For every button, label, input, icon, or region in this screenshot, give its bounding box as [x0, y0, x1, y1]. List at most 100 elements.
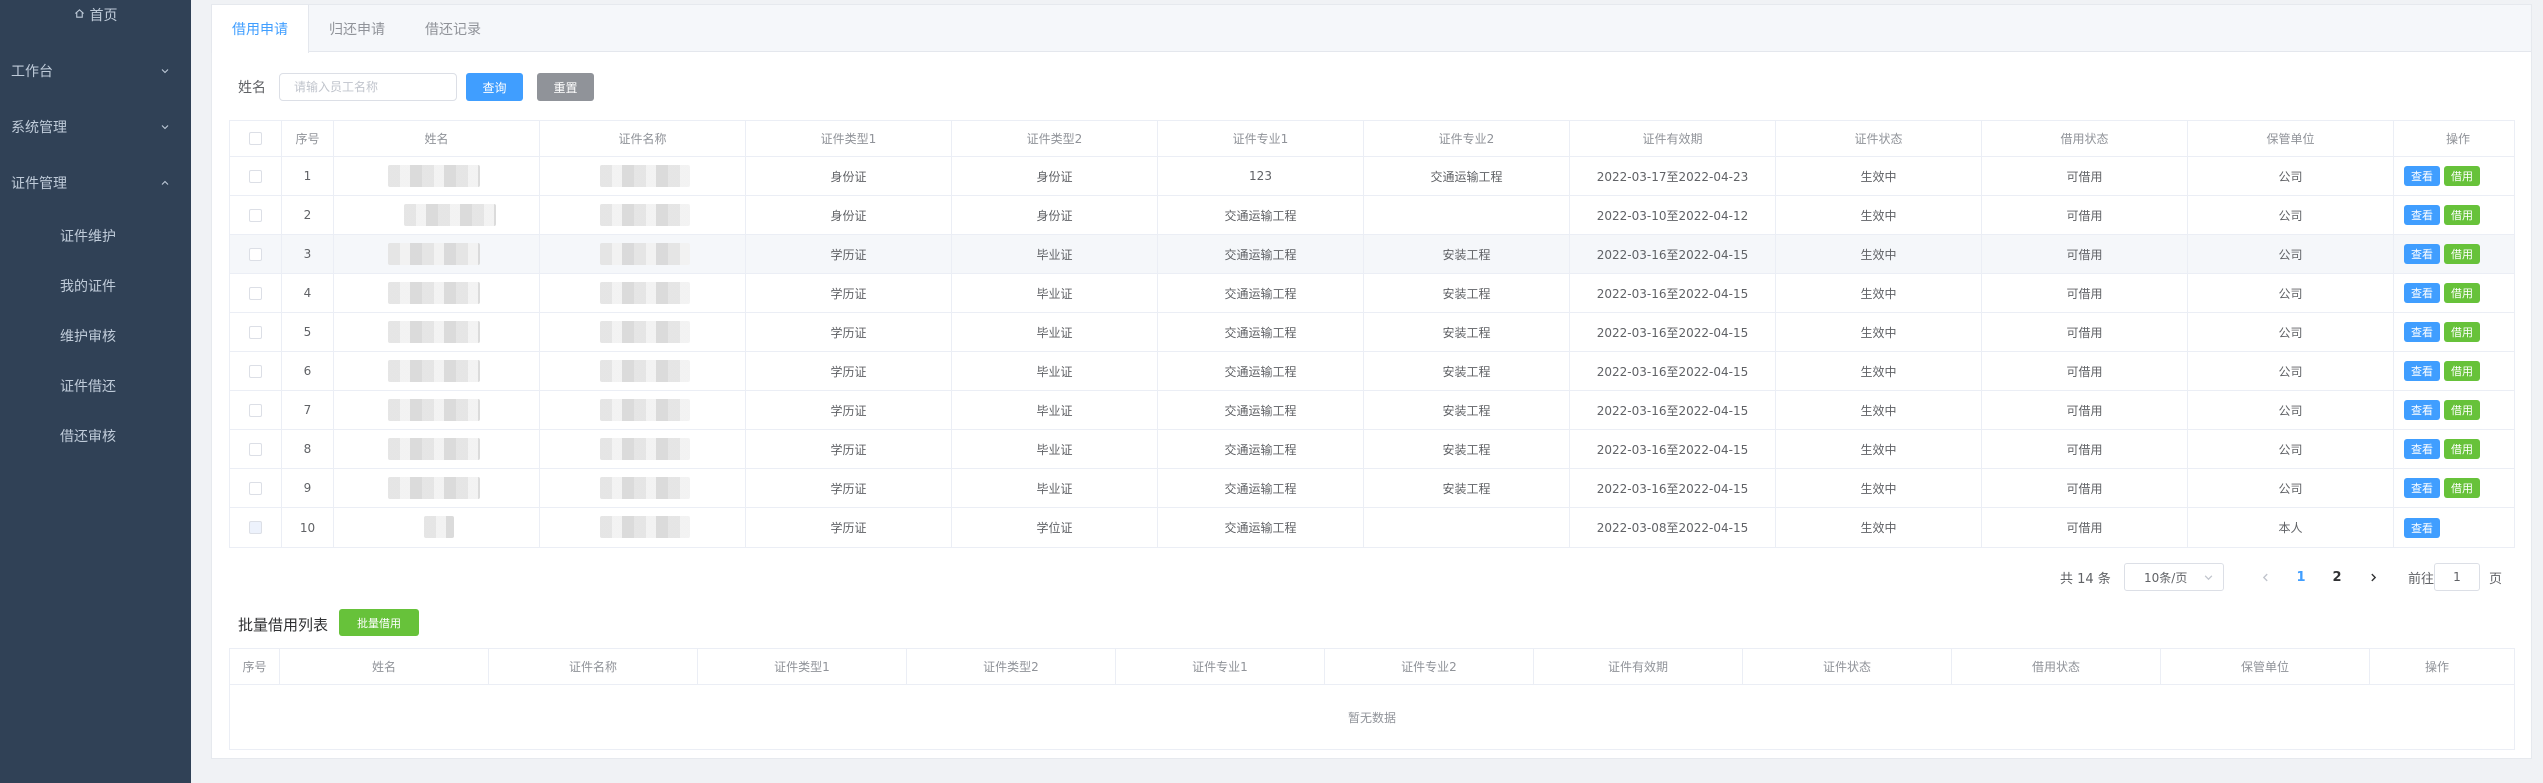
column-header: 保管单位	[2161, 649, 2370, 684]
cell-status: 生效中	[1776, 508, 1982, 547]
tab-borrow-apply[interactable]: 借用申请	[211, 5, 309, 53]
column-header: 借用状态	[1952, 649, 2161, 684]
cell-no: 10	[282, 508, 334, 547]
borrow-button[interactable]: 借用	[2444, 400, 2480, 420]
cell-cert-name	[540, 196, 746, 234]
menu-item-cert-borrow[interactable]: 证件借还	[0, 361, 191, 411]
redacted-text	[388, 399, 480, 421]
redacted-text	[600, 165, 690, 187]
cell-type2: 毕业证	[952, 430, 1158, 468]
sidebar: 首页 工作台 系统管理 证件管理 证件维护 我的证件 维护审核 证件借还 借还审…	[0, 0, 191, 783]
view-button[interactable]: 查看	[2404, 517, 2440, 538]
borrow-button[interactable]: 借用	[2444, 244, 2480, 264]
borrow-button[interactable]: 借用	[2444, 439, 2480, 459]
menu-item-cert-maintain[interactable]: 证件维护	[0, 211, 191, 261]
menu-group-workbench[interactable]: 工作台	[0, 43, 191, 99]
page-size-value: 10条/页	[2144, 570, 2188, 585]
menu-item-label: 维护审核	[60, 329, 116, 345]
query-button[interactable]: 查询	[466, 73, 523, 101]
view-button[interactable]: 查看	[2404, 439, 2440, 459]
column-header: 证件有效期	[1534, 649, 1743, 684]
redacted-text	[600, 477, 690, 499]
cell-cert-name	[540, 508, 746, 547]
row-checkbox[interactable]	[249, 286, 262, 300]
row-checkbox[interactable]	[249, 364, 262, 378]
table-row: 2 身份证 身份证 交通运输工程 2022-03-10至2022-04-12 生效中 可借用…	[230, 196, 2514, 235]
row-checkbox[interactable]	[249, 481, 262, 495]
row-select-cell	[230, 430, 282, 468]
menu-item-borrow-review[interactable]: 借还审核	[0, 411, 191, 461]
tab-borrow-records[interactable]: 借还记录	[405, 5, 501, 52]
column-header: 证件状态	[1776, 121, 1982, 156]
borrow-button[interactable]: 借用	[2444, 205, 2480, 225]
view-button[interactable]: 查看	[2404, 283, 2440, 303]
view-button[interactable]: 查看	[2404, 322, 2440, 342]
column-header: 证件专业1	[1158, 121, 1364, 156]
goto-unit-label: 页	[2489, 571, 2503, 587]
borrow-button[interactable]: 借用	[2444, 361, 2480, 381]
cell-validity: 2022-03-16至2022-04-15	[1570, 391, 1776, 429]
row-checkbox[interactable]	[249, 208, 262, 222]
cell-type2: 毕业证	[952, 391, 1158, 429]
row-checkbox[interactable]	[249, 325, 262, 339]
cell-major2	[1364, 196, 1570, 234]
row-select-cell	[230, 391, 282, 429]
cell-actions: 查看 借用	[2394, 469, 2522, 507]
prev-page-button[interactable]	[2254, 563, 2276, 591]
borrow-button[interactable]: 借用	[2444, 283, 2480, 303]
batch-borrow-button[interactable]: 批量借用	[339, 609, 419, 636]
search-input[interactable]	[279, 73, 457, 101]
view-button[interactable]: 查看	[2404, 400, 2440, 420]
menu-home-label: 首页	[89, 8, 118, 24]
page-number-1[interactable]: 1	[2290, 563, 2312, 591]
view-button[interactable]: 查看	[2404, 166, 2440, 186]
column-header: 证件有效期	[1570, 121, 1776, 156]
row-checkbox[interactable]	[249, 403, 262, 417]
row-checkbox[interactable]	[249, 247, 262, 261]
page-number-2[interactable]: 2	[2326, 563, 2348, 591]
cell-borrow: 可借用	[1982, 430, 2188, 468]
tab-return-apply[interactable]: 归还申请	[309, 5, 405, 52]
cell-actions: 查看 借用	[2394, 235, 2522, 273]
menu-item-my-certs[interactable]: 我的证件	[0, 261, 191, 311]
row-checkbox[interactable]	[249, 442, 262, 456]
redacted-text	[388, 438, 480, 460]
menu-home[interactable]: 首页	[0, 4, 191, 26]
batch-table: 序号 姓名 证件名称 证件类型1 证件类型2 证件专业1 证件专业2 证件有效期 证件状态 借用状…	[229, 648, 2515, 750]
row-select-cell	[230, 313, 282, 351]
row-checkbox[interactable]	[249, 521, 262, 534]
chevron-right-icon	[2370, 573, 2376, 581]
row-select-cell	[230, 352, 282, 390]
row-checkbox[interactable]	[249, 169, 262, 183]
cell-borrow: 可借用	[1982, 235, 2188, 273]
next-page-button[interactable]	[2362, 563, 2384, 591]
table-row: 9 学历证 毕业证 交通运输工程 安装工程 2022-03-16至2022-04-15 生效…	[230, 469, 2514, 508]
view-button[interactable]: 查看	[2404, 361, 2440, 381]
menu-group-system[interactable]: 系统管理	[0, 99, 191, 155]
view-button[interactable]: 查看	[2404, 478, 2440, 498]
page-size-select[interactable]: 10条/页	[2124, 563, 2224, 591]
menu-item-maintain-review[interactable]: 维护审核	[0, 311, 191, 361]
cell-actions: 查看 借用	[2394, 157, 2522, 195]
goto-page-input[interactable]	[2434, 563, 2480, 591]
goto-label: 前往	[2408, 571, 2435, 587]
column-header: 证件专业2	[1325, 649, 1534, 684]
redacted-text	[600, 204, 690, 226]
select-all-checkbox[interactable]	[249, 132, 262, 145]
borrow-button[interactable]: 借用	[2444, 166, 2480, 186]
view-button[interactable]: 查看	[2404, 205, 2440, 225]
cell-type1: 学历证	[746, 235, 952, 273]
menu-group-label: 工作台	[11, 64, 53, 80]
cell-borrow: 可借用	[1982, 157, 2188, 195]
menu-group-certificates[interactable]: 证件管理	[0, 155, 191, 211]
cell-type1: 身份证	[746, 157, 952, 195]
borrow-button[interactable]: 借用	[2444, 478, 2480, 498]
column-header: 操作	[2424, 660, 2449, 674]
menu-item-label: 借还审核	[60, 429, 116, 445]
reset-button[interactable]: 重置	[537, 73, 594, 101]
cell-type1: 学历证	[746, 469, 952, 507]
cell-borrow: 可借用	[1982, 469, 2188, 507]
borrow-button[interactable]: 借用	[2444, 322, 2480, 342]
view-button[interactable]: 查看	[2404, 244, 2440, 264]
row-select-cell	[230, 469, 282, 507]
